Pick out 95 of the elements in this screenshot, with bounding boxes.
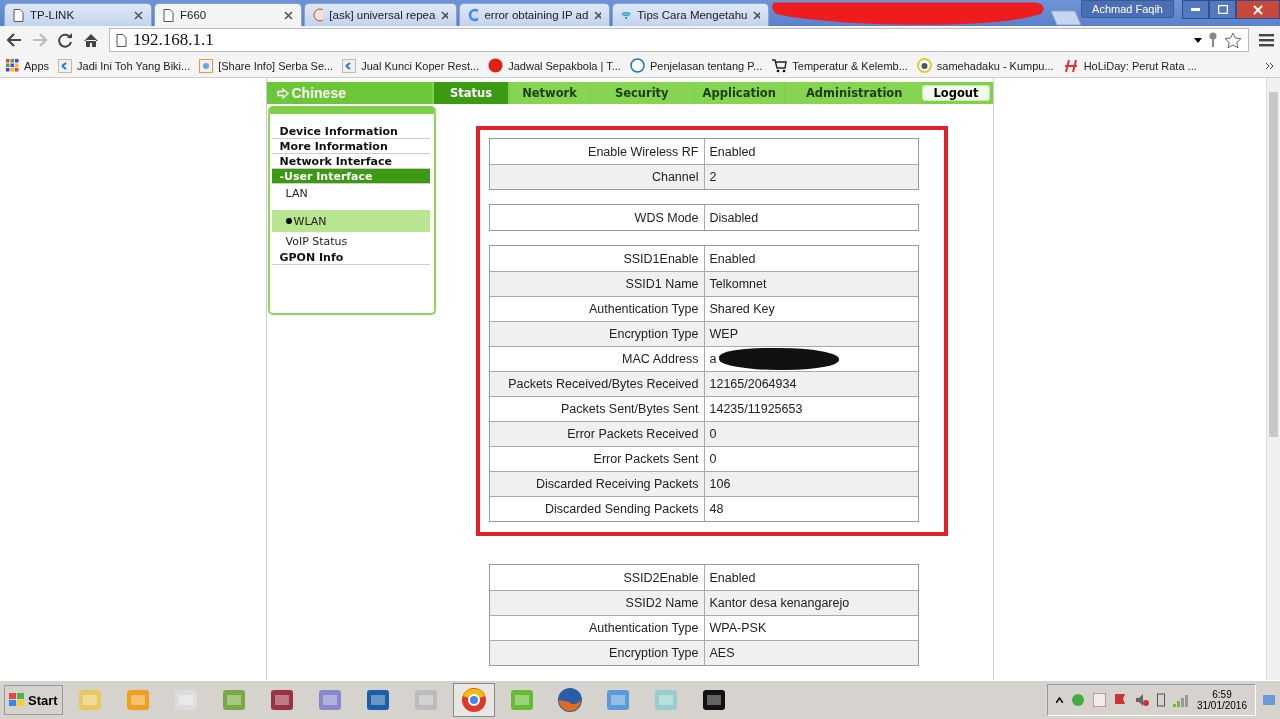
field-label: Discarded Sending Packets (489, 497, 705, 521)
sidebar-subitem[interactable]: WLAN (271, 210, 430, 232)
field-value: Telkomnet (708, 276, 768, 293)
field-value: Shared Key (708, 301, 776, 318)
terminal-icon (700, 687, 727, 713)
new-tab-button[interactable] (1048, 10, 1082, 26)
close-icon (1253, 4, 1263, 15)
browser-tab[interactable]: F660 (154, 3, 302, 26)
field-label: Channel (489, 165, 705, 189)
sidebar-subitem[interactable]: LAN (271, 184, 430, 202)
battery-icon[interactable] (1156, 693, 1165, 707)
bookmark-icon (199, 58, 214, 73)
dropdown-icon[interactable] (1194, 37, 1202, 43)
browser-tab[interactable]: [ask] universal repea (304, 3, 458, 26)
sidebar-item[interactable]: GPON Info (271, 250, 430, 265)
reload-icon[interactable] (58, 32, 73, 48)
profile-name[interactable]: Achmad Faqih (1081, 0, 1174, 18)
field-value: WEP (708, 326, 739, 343)
menu-icon[interactable] (1259, 33, 1274, 47)
field-value: Disabled (708, 209, 760, 227)
close-button[interactable] (1236, 0, 1280, 19)
browser-tab[interactable]: TP-LINK (4, 3, 152, 26)
cart-icon (771, 58, 788, 73)
flag-icon[interactable] (1113, 693, 1127, 707)
back-icon[interactable] (6, 33, 22, 47)
logo-icon (1062, 58, 1079, 73)
bookmark-item[interactable]: [Share Info] Serba Se... (199, 58, 334, 73)
close-icon[interactable] (134, 10, 143, 20)
close-icon[interactable] (753, 10, 760, 20)
bookmark-item[interactable]: Jadi Ini Toh Yang Biki... (58, 58, 191, 73)
close-icon[interactable] (284, 10, 293, 20)
field-value: 0 (708, 451, 718, 468)
field-value: WPA-PSK (708, 620, 768, 637)
bookmark-item[interactable]: Apps (6, 59, 50, 72)
browser-tab[interactable]: error obtaining IP ad (459, 3, 611, 26)
bookmark-item[interactable]: Penjelasan tentang P... (629, 58, 763, 73)
minimize-icon (1191, 8, 1200, 11)
apps-grid-icon (6, 59, 19, 72)
key-icon[interactable] (1208, 32, 1218, 48)
field-value: Kantor desa kenangarejo (708, 595, 851, 612)
url-text: 192.168.1.1 (133, 30, 215, 50)
field-value: 12165/2064934 (708, 376, 798, 393)
bookmark-item[interactable]: samehadaku - Kumpu... (916, 58, 1054, 73)
page-icon (163, 8, 174, 22)
bookmark-icon (342, 58, 357, 73)
firefox-icon (556, 687, 583, 713)
browser-tab[interactable]: Tips Cara Mengetahu (612, 3, 769, 26)
clock-time: 6:59 (1212, 689, 1232, 700)
maximize-icon (1217, 5, 1228, 14)
field-value: 0 (708, 426, 718, 443)
nav-tab[interactable]: Network (510, 82, 589, 104)
field-value: Enabled (708, 250, 757, 268)
nav-tab[interactable]: Security (590, 82, 693, 104)
scroll-thumb[interactable] (1269, 92, 1278, 437)
page-icon (116, 33, 127, 47)
chevron-up-icon[interactable] (1055, 697, 1063, 703)
bookmark-icon (58, 58, 73, 73)
field-label: Encryption Type (489, 641, 705, 665)
bookmark-item[interactable]: HoLiDay: Perut Rata ... (1062, 58, 1197, 73)
nav-tab[interactable]: Administration (785, 82, 923, 104)
close-icon[interactable] (441, 10, 449, 20)
sidebar-item[interactable]: Device Information (271, 124, 430, 139)
clock-date: 31/01/2016 (1196, 700, 1247, 711)
star-icon[interactable] (1224, 31, 1242, 49)
nav-tab[interactable]: Status (434, 82, 509, 104)
sidebar-item[interactable]: More Information (271, 139, 430, 154)
bookmark-item[interactable]: Temperatur & Kelemb... (771, 58, 908, 73)
field-value: Enabled (708, 569, 757, 587)
close-icon[interactable] (594, 10, 602, 20)
field-value: AES (708, 645, 736, 662)
bookmark-item[interactable]: Jual Kunci Koper Rest... (342, 58, 480, 73)
chrome-icon (460, 687, 487, 713)
page-icon (13, 8, 24, 22)
field-label: WDS Mode (489, 205, 705, 230)
field-value: 106 (708, 476, 732, 493)
bullet-icon (285, 218, 292, 224)
sidebar-item[interactable]: -User Interface (271, 169, 430, 184)
address-bar[interactable]: 192.168.1.1 (109, 28, 1249, 52)
field-value: a (704, 347, 918, 371)
chevron-icon[interactable] (1266, 61, 1274, 70)
bookmark-item[interactable]: Jadwal Sepakbola | T... (488, 58, 621, 73)
field-value: Enabled (708, 143, 757, 161)
minimize-button[interactable] (1182, 0, 1209, 19)
start-button[interactable]: Start (4, 685, 63, 715)
maximize-button[interactable] (1209, 0, 1236, 19)
field-value: 2 (708, 169, 718, 186)
field-value: 48 (708, 501, 725, 518)
windows-logo-icon (9, 693, 25, 707)
nav-tab[interactable]: Application (694, 82, 784, 104)
home-icon[interactable] (83, 32, 99, 48)
speaker-icon[interactable] (1134, 693, 1149, 707)
sidebar-subitem[interactable]: VoIP Status (271, 232, 430, 250)
field-value: 14235/11925653 (708, 401, 804, 418)
logout-button[interactable]: Logout (922, 85, 990, 101)
arrow-icon (276, 87, 289, 99)
